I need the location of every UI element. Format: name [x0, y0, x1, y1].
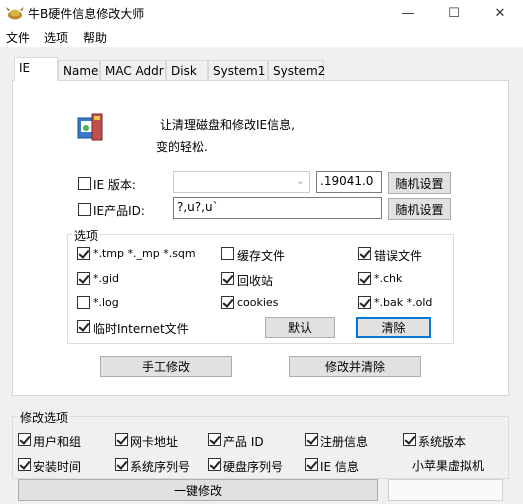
- watermark-text: 小苹果虚拟机: [412, 459, 485, 473]
- close-button[interactable]: ✕: [477, 0, 523, 27]
- window-title: 牛B硬件信息修改大师: [28, 7, 145, 21]
- opt-tmp-label: *.tmp *._mp *.sqm: [93, 247, 196, 260]
- mod-system-version-checkbox[interactable]: [403, 433, 416, 446]
- opt-temp-internet-checkbox[interactable]: [77, 320, 90, 333]
- ie-product-id-random-button[interactable]: 随机设置: [388, 198, 451, 220]
- mod-disk-serial-label: 硬盘序列号: [223, 460, 284, 474]
- opt-recycle-bin-label: 回收站: [237, 274, 274, 288]
- modify-options-title: 修改选项: [18, 409, 71, 426]
- ie-version-random-button[interactable]: 随机设置: [388, 172, 451, 194]
- maximize-icon: ☐: [448, 6, 460, 21]
- mod-system-version-label: 系统版本: [418, 435, 467, 449]
- opt-log-label: *.log: [93, 296, 119, 309]
- default-button[interactable]: 默认: [265, 317, 335, 338]
- opt-cookies-checkbox[interactable]: [221, 296, 234, 309]
- watermark-logo: [388, 479, 503, 501]
- mod-mac-address-label: 网卡地址: [130, 435, 179, 449]
- mod-ie-info-checkbox[interactable]: [305, 458, 318, 471]
- mod-system-serial-checkbox[interactable]: [115, 458, 128, 471]
- opt-cache-label: 缓存文件: [237, 249, 286, 263]
- menu-options[interactable]: 选项: [44, 29, 68, 46]
- mod-disk-serial-checkbox[interactable]: [208, 458, 221, 471]
- title-bar[interactable]: 牛B硬件信息修改大师 — ☐ ✕: [0, 0, 523, 27]
- bull-app-icon: [6, 7, 24, 20]
- opt-cookies-label: cookies: [237, 296, 279, 309]
- opt-error-files-checkbox[interactable]: [358, 247, 371, 260]
- menu-bar: 文件 选项 帮助: [0, 27, 523, 47]
- mod-install-time-label: 安装时间: [33, 460, 82, 474]
- tab-ie[interactable]: IE: [14, 57, 58, 81]
- menu-help[interactable]: 帮助: [83, 29, 107, 46]
- ie-version-checkbox[interactable]: [78, 177, 91, 190]
- ie-version-input[interactable]: .19041.0: [316, 171, 382, 193]
- close-icon: ✕: [494, 6, 506, 21]
- minimize-icon: —: [401, 6, 415, 21]
- mod-product-id-checkbox[interactable]: [208, 433, 221, 446]
- modify-and-clear-button[interactable]: 修改并清除: [289, 356, 421, 377]
- opt-gid-label: *.gid: [93, 272, 120, 285]
- tab-system1[interactable]: System1: [208, 60, 268, 80]
- mod-users-groups-label: 用户和组: [33, 435, 82, 449]
- one-click-modify-button[interactable]: 一键修改: [18, 479, 378, 501]
- maximize-button[interactable]: ☐: [431, 0, 477, 27]
- opt-tmp-checkbox[interactable]: [77, 247, 90, 260]
- opt-chk-label: *.chk: [374, 272, 403, 285]
- ie-version-label: IE 版本:: [93, 178, 136, 192]
- opt-bak-old-label: *.bak *.old: [374, 296, 433, 309]
- opt-temp-internet-label: 临时Internet文件: [93, 322, 189, 336]
- ie-description-line1: 让清理磁盘和修改IE信息,: [160, 118, 295, 132]
- opt-log-checkbox[interactable]: [77, 296, 90, 309]
- opt-error-files-label: 错误文件: [374, 249, 423, 263]
- opt-recycle-bin-checkbox[interactable]: [221, 272, 234, 285]
- ie-product-id-label: IE产品ID:: [93, 204, 145, 218]
- mod-registration-checkbox[interactable]: [305, 433, 318, 446]
- ie-product-id-checkbox[interactable]: [78, 203, 91, 216]
- mod-users-groups-checkbox[interactable]: [18, 433, 31, 446]
- menu-file[interactable]: 文件: [6, 29, 30, 46]
- clear-button[interactable]: 清除: [356, 317, 431, 338]
- options-group-title: 选项: [72, 227, 101, 244]
- mod-registration-label: 注册信息: [320, 435, 369, 449]
- ie-product-id-input[interactable]: ?,u?,u`: [173, 197, 382, 219]
- minimize-button[interactable]: —: [385, 0, 431, 27]
- mod-mac-address-checkbox[interactable]: [115, 433, 128, 446]
- tab-system2[interactable]: System2: [268, 60, 325, 80]
- opt-cache-checkbox[interactable]: [221, 247, 234, 260]
- tab-name[interactable]: Name: [58, 60, 100, 80]
- ie-version-combo[interactable]: ⌄: [173, 171, 310, 193]
- chevron-down-icon: ⌄: [295, 174, 305, 187]
- opt-chk-checkbox[interactable]: [358, 272, 371, 285]
- mod-install-time-checkbox[interactable]: [18, 458, 31, 471]
- tab-disk[interactable]: Disk: [166, 60, 208, 80]
- tab-mac-addr[interactable]: MAC Addr: [100, 60, 166, 80]
- opt-bak-old-checkbox[interactable]: [358, 296, 371, 309]
- manual-modify-button[interactable]: 手工修改: [100, 356, 232, 377]
- opt-gid-checkbox[interactable]: [77, 272, 90, 285]
- mod-ie-info-label: IE 信息: [320, 460, 359, 474]
- ie-cleanup-icon: [77, 113, 103, 141]
- ie-description-line2: 变的轻松.: [156, 140, 208, 154]
- mod-system-serial-label: 系统序列号: [130, 460, 191, 474]
- mod-product-id-label: 产品 ID: [223, 435, 264, 449]
